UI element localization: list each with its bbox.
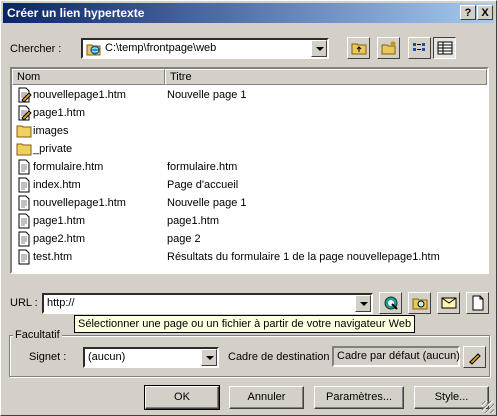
list-item[interactable]: page1.htm page1.htm bbox=[12, 212, 482, 230]
cancel-button[interactable]: Annuler bbox=[229, 386, 304, 409]
list-item-title: page 2 bbox=[167, 233, 201, 245]
list-item-title: page1.htm bbox=[167, 215, 219, 227]
browse-file-button[interactable] bbox=[408, 292, 431, 314]
list-item-name: formulaire.htm bbox=[33, 161, 104, 173]
email-link-button[interactable] bbox=[437, 292, 460, 314]
tooltip: Sélectionner une page ou un fichier à pa… bbox=[74, 315, 416, 333]
list-item[interactable]: index.htm Page d'accueil bbox=[12, 176, 482, 194]
folder-icon bbox=[16, 125, 32, 138]
list-item[interactable]: test.htm Résultats du formulaire 1 de la … bbox=[12, 248, 482, 266]
title-bar[interactable]: Créer un lien hypertexte ? X bbox=[3, 3, 494, 23]
list-item[interactable]: _private bbox=[12, 140, 482, 158]
page-icon bbox=[18, 195, 30, 211]
close-button[interactable]: X bbox=[477, 5, 493, 20]
parameters-button[interactable]: Paramètres... bbox=[314, 386, 404, 409]
web-browse-icon bbox=[384, 296, 398, 310]
list-item[interactable]: page2.htm page 2 bbox=[12, 230, 482, 248]
list-item[interactable]: nouvellepage1.htm Nouvelle page 1 bbox=[12, 86, 482, 104]
new-folder-button[interactable] bbox=[377, 37, 400, 59]
target-frame-value: Cadre par défaut (aucun) bbox=[337, 350, 460, 362]
column-header-title[interactable]: Titre bbox=[165, 69, 487, 85]
lookin-dropdown-arrow[interactable] bbox=[311, 40, 327, 57]
ok-button[interactable]: OK bbox=[144, 385, 220, 410]
web-folder-icon bbox=[86, 44, 101, 56]
target-frame-label: Cadre de destination : bbox=[228, 351, 336, 363]
target-frame-button[interactable] bbox=[463, 346, 486, 368]
list-item-name: page1.htm bbox=[33, 107, 85, 119]
list-item[interactable]: page1.htm bbox=[12, 104, 482, 122]
lookin-combo[interactable]: C:\temp\frontpage\web bbox=[81, 38, 329, 59]
list-item-name: test.htm bbox=[33, 251, 73, 263]
style-button[interactable]: Style... bbox=[414, 386, 489, 409]
list-item-name: nouvellepage1.htm bbox=[33, 89, 126, 101]
create-hyperlink-dialog: Créer un lien hypertexte ? X Chercher : … bbox=[0, 0, 497, 416]
page-icon bbox=[18, 177, 30, 193]
help-button[interactable]: ? bbox=[460, 5, 476, 20]
up-folder-icon bbox=[351, 43, 366, 55]
list-item-name: images bbox=[33, 125, 69, 137]
details-view-button[interactable] bbox=[433, 37, 456, 59]
browse-web-button[interactable] bbox=[379, 292, 402, 314]
file-list[interactable]: Nom Titre nouvellepage1.htm Nouvelle page… bbox=[10, 67, 489, 274]
envelope-icon bbox=[441, 297, 456, 309]
list-header: Nom Titre bbox=[12, 69, 487, 85]
list-item[interactable]: formulaire.htm formulaire.htm bbox=[12, 158, 482, 176]
details-view-icon bbox=[437, 41, 452, 55]
dialog-title: Créer un lien hypertexte bbox=[7, 6, 145, 20]
up-one-level-button[interactable] bbox=[347, 37, 370, 59]
page-icon bbox=[18, 231, 30, 247]
url-input[interactable]: http:// bbox=[47, 297, 75, 309]
page-icon bbox=[18, 213, 30, 229]
list-item-title: Page d'accueil bbox=[167, 179, 239, 191]
bookmark-value: (aucun) bbox=[88, 351, 126, 363]
file-search-icon bbox=[412, 298, 427, 310]
new-page-button[interactable] bbox=[466, 292, 489, 314]
list-item[interactable]: images bbox=[12, 122, 482, 140]
url-combo[interactable]: http:// bbox=[42, 293, 373, 314]
url-dropdown-arrow[interactable] bbox=[355, 295, 371, 312]
list-item-name: nouvellepage1.htm bbox=[33, 197, 126, 209]
page-icon bbox=[18, 159, 30, 175]
list-view-icon bbox=[412, 43, 425, 51]
folder-icon bbox=[16, 143, 32, 156]
edited-page-icon bbox=[18, 105, 32, 121]
bookmark-label: Signet : bbox=[29, 351, 67, 363]
bookmark-dropdown-arrow[interactable] bbox=[201, 349, 217, 366]
list-view-button[interactable] bbox=[408, 37, 431, 59]
list-item-title: Nouvelle page 1 bbox=[167, 89, 247, 101]
list-item-title: formulaire.htm bbox=[167, 161, 238, 173]
list-item-title: Résultats du formulaire 1 de la page nou… bbox=[167, 251, 440, 263]
column-header-name[interactable]: Nom bbox=[12, 69, 165, 85]
new-folder-icon bbox=[381, 41, 395, 55]
optional-group-label: Facultatif bbox=[13, 329, 62, 341]
bookmark-combo[interactable]: (aucun) bbox=[83, 347, 219, 368]
page-icon bbox=[18, 249, 30, 265]
lookin-label: Chercher : bbox=[10, 43, 62, 55]
list-item-name: page2.htm bbox=[33, 233, 85, 245]
edited-page-icon bbox=[18, 87, 32, 103]
new-page-icon bbox=[472, 295, 483, 311]
pencil-icon bbox=[468, 353, 481, 365]
lookin-value: C:\temp\frontpage\web bbox=[105, 42, 217, 54]
list-item-title: Nouvelle page 1 bbox=[167, 197, 247, 209]
list-item-name: _private bbox=[33, 143, 73, 155]
url-label: URL : bbox=[10, 297, 38, 309]
target-frame-field: Cadre par défaut (aucun) bbox=[332, 346, 460, 367]
list-item-name: index.htm bbox=[33, 179, 81, 191]
list-item[interactable]: nouvellepage1.htm Nouvelle page 1 bbox=[12, 194, 482, 212]
resize-gripper[interactable] bbox=[482, 401, 494, 413]
list-item-name: page1.htm bbox=[33, 215, 85, 227]
